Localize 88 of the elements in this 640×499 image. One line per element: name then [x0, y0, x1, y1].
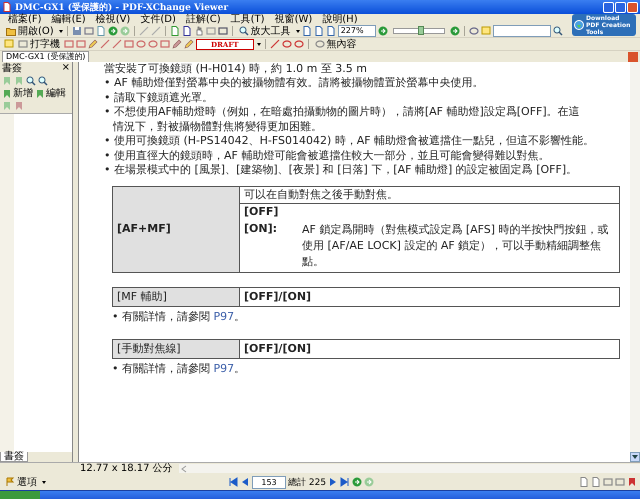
- save-icon[interactable]: [72, 26, 82, 36]
- fit-width-icon[interactable]: [314, 26, 324, 36]
- close-panel-button[interactable]: ×: [62, 63, 70, 73]
- first-page-icon[interactable]: [228, 477, 238, 487]
- bookmark-button[interactable]: 編輯: [35, 88, 66, 99]
- options-button[interactable]: 選項: [3, 476, 39, 488]
- bullet-text: • AF 輔助燈僅對螢幕中央的被攝物體有效。請將被攝物體置於螢幕中央使用。: [104, 76, 484, 90]
- zoom-slider[interactable]: [392, 28, 445, 34]
- menu-item[interactable]: 編輯(E): [52, 14, 86, 25]
- typewriter-button[interactable]: 打字機: [16, 38, 62, 50]
- single-page-icon[interactable]: [579, 477, 589, 487]
- note-text: • 有關詳情，請參閱 P97。: [112, 362, 246, 376]
- folder-icon: [6, 26, 16, 36]
- line-icon[interactable]: [100, 39, 110, 49]
- menu-item[interactable]: 視窗(W): [274, 14, 312, 25]
- vertical-scrollbar[interactable]: [630, 62, 640, 462]
- body-text: 當安裝了可換鏡頭 (H-H014) 時，約 1.0 m 至 3.5 m: [104, 62, 368, 75]
- zoom-out-icon[interactable]: [378, 26, 388, 36]
- start-button[interactable]: [0, 491, 40, 499]
- menu-item[interactable]: 說明(H): [322, 14, 358, 25]
- scroll-left-icon[interactable]: [178, 464, 189, 474]
- table-cell: [手動對焦線]: [113, 340, 240, 358]
- horizontal-scrollbar[interactable]: [178, 464, 640, 473]
- search-field[interactable]: [492, 25, 551, 37]
- option-key: [OFF]: [244, 205, 302, 220]
- comment-icon[interactable]: [4, 39, 14, 49]
- panel-title: 書簽: [2, 62, 22, 74]
- menu-item[interactable]: 文件(D): [140, 14, 176, 25]
- forward-icon[interactable]: [120, 26, 130, 36]
- zoom-field[interactable]: 227%: [338, 25, 376, 37]
- close-button[interactable]: [627, 2, 638, 12]
- hand-icon[interactable]: [194, 26, 204, 36]
- magnifier-icon: [238, 26, 249, 36]
- option-key: [ON]:: [244, 222, 302, 270]
- globe-icon: [574, 20, 584, 30]
- table-cell: [AF+MF]: [113, 186, 240, 272]
- page-total-label: 總計 225: [288, 476, 326, 488]
- bullet-text: • 請取下鏡頭遮光罩。: [104, 90, 214, 105]
- pages-icon[interactable]: [182, 26, 192, 36]
- continuous-icon[interactable]: [591, 477, 601, 487]
- slider-thumb[interactable]: [418, 26, 424, 35]
- rectangle-icon[interactable]: [160, 39, 170, 49]
- actual-size-icon[interactable]: [326, 26, 336, 36]
- highlight-icon[interactable]: [88, 39, 98, 49]
- open-button[interactable]: 開啟(O): [4, 25, 56, 37]
- page-link[interactable]: P97: [213, 362, 234, 375]
- zoom-out-icon[interactable]: [38, 76, 48, 86]
- bookmark-icon: [35, 88, 45, 98]
- window-title: DMC-GX1 (受保護的) - PDF-XChange Viewer: [15, 1, 228, 14]
- maximize-button[interactable]: [615, 2, 626, 12]
- bookmark-button[interactable]: 新增: [2, 88, 33, 99]
- bullet-text: 情況下，對被攝物體對焦將變得更加困難。: [112, 120, 323, 134]
- menu-item[interactable]: 註解(C): [186, 14, 221, 25]
- page-link[interactable]: P97: [213, 310, 234, 323]
- bookmark-icon[interactable]: [627, 477, 637, 487]
- table-cell-text: [OFF]/[ON]: [243, 340, 312, 356]
- document-tab[interactable]: DMC-GX1 (受保護的): [2, 51, 90, 62]
- document-icon: [2, 2, 12, 12]
- rectangle-icon[interactable]: [124, 39, 134, 49]
- minimize-button[interactable]: [603, 2, 614, 12]
- menu-item[interactable]: 工具(T): [230, 14, 265, 25]
- table-cell-text: [OFF]/[ON]: [243, 288, 312, 304]
- fit-page-icon[interactable]: [302, 26, 312, 36]
- bullet-text: • 使用直徑大的鏡頭時，AF 輔助燈可能會被遮擋住較大一部分，並且可能會變得難以對焦。: [104, 148, 550, 163]
- no-content-button[interactable]: 無內容: [312, 38, 358, 50]
- bullet-text: • 不想使用AF輔助燈時（例如，在暗處拍攝動物的圖片時），請將[AF 輔助燈]設定爲[OFF]。在這: [104, 105, 581, 120]
- panel-tab[interactable]: 書簽: [0, 452, 28, 462]
- table-cell: [MF 輔助]: [113, 288, 240, 306]
- zoom-tool-button[interactable]: 放大工具: [236, 25, 293, 37]
- zoom-in-icon[interactable]: [450, 26, 460, 36]
- bullet-text: • 在場景模式中的 [風景]、[建築物]、[夜景] 和 [日落] 下，[AF 輔助燈] 的設定被固定爲 [OFF]。: [104, 163, 578, 178]
- page-number-field[interactable]: 153: [252, 476, 286, 488]
- close-tab-button[interactable]: [628, 52, 638, 62]
- flag-icon: [5, 477, 15, 487]
- next-page-icon[interactable]: [328, 477, 338, 487]
- forward-icon[interactable]: [364, 477, 374, 487]
- previous-page-icon[interactable]: [240, 477, 250, 487]
- line-icon[interactable]: [112, 39, 122, 49]
- menu-item[interactable]: 檔案(F): [8, 14, 42, 25]
- bullet-text: • 使用可換鏡頭 (H-PS14042、H-FS014042) 時，AF 輔助燈會被遮擋住一點兒，但這不影響性能。: [104, 134, 596, 148]
- last-page-icon[interactable]: [340, 477, 350, 487]
- zoom-in-icon[interactable]: [26, 76, 36, 86]
- table-cell: 可以在自動對焦之後手動對焦。: [240, 186, 619, 204]
- note-text: • 有關詳情，請參閱 P97。: [112, 310, 246, 324]
- menu-item[interactable]: 檢視(V): [96, 14, 130, 25]
- page-size-label: 12.77 x 18.17 公分: [80, 464, 173, 474]
- scroll-down-icon[interactable]: [630, 452, 640, 462]
- option-text: AF 鎖定爲開時（對焦模式設定爲 [AFS] 時的半按快門按鈕，或使用 [AF/AE LOCK] 設定的 AF 鎖定），可以手動精細調整焦點。: [302, 222, 610, 270]
